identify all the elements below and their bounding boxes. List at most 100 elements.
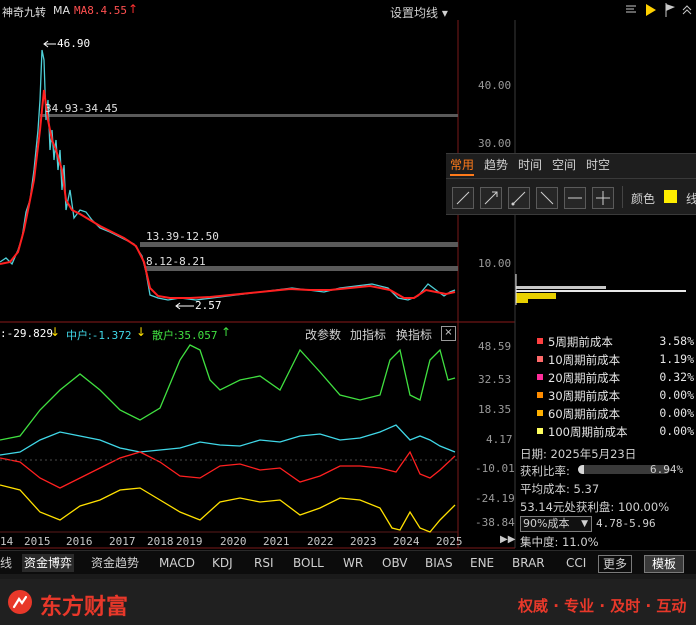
year-label: 2020 [220,535,247,548]
concentration: 集中度: 11.0% [520,535,599,549]
year-label: 2017 [109,535,136,548]
retail-value: 散户:35.057 [152,327,217,343]
year-label: 2018 [147,535,174,548]
mid-value: 中户:-1.372 [66,327,131,343]
profit-at-price: 53.14元处获利盘: 100.00% [520,500,670,514]
price-axis-label: 40.00 [478,79,512,92]
year-label: 14 [0,535,14,548]
cost-swatch [537,392,543,398]
high-price-label: 46.90 [57,37,91,50]
cost-select-value: 90%成本 [523,517,570,530]
tab-item[interactable]: BOLL [293,554,324,572]
draw-panel-divider [446,178,696,179]
cost-value: 0.00% [659,424,694,438]
up-arrow-icon: ↑ [221,325,232,339]
main-force-value: :-29.829 [0,327,53,340]
brand-logo-icon [8,590,32,614]
cost-value: 0.32% [659,370,694,384]
plus-icon[interactable] [592,187,614,209]
zone-label: 13.39-12.50 [146,230,219,243]
tab-item[interactable]: MACD [159,554,195,572]
cost-value: 0.00% [659,388,694,402]
low-price-label: 2.57 [195,299,222,312]
template-button[interactable]: 模板 [644,555,684,573]
draw-tab-time[interactable]: 时间 [518,156,542,173]
tab-item[interactable]: WR [343,554,363,572]
cost-dist-bar [516,290,686,292]
more-button[interactable]: 更多 [598,555,632,573]
draw-tab-space[interactable]: 空间 [552,156,576,173]
draw-tab-spacetime[interactable]: 时空 [586,156,610,173]
price-series [0,49,456,301]
cost-swatch [537,410,543,416]
brand-slogan: 权威 · 专业 · 及时 · 互动 [518,597,687,615]
draw-tab-trend[interactable]: 趋势 [484,156,508,173]
tab-item[interactable]: BRAR [512,554,545,572]
draw-tab-common[interactable]: 常用 [450,156,474,173]
year-label: 2022 [307,535,334,548]
tab-item[interactable]: RSI [254,554,274,572]
cost-row: 20周期前成本 0.32% [530,369,696,387]
cost-dist-bar [516,299,528,303]
line-up2-icon[interactable] [480,187,502,209]
main-force-line [0,450,456,489]
stock-chart-window: { "header":{ "ma_label":"MA", "ma_value"… [0,0,696,625]
line-up-icon[interactable] [452,187,474,209]
cost-name: 30周期前成本 [548,389,621,403]
profit-bar-fill [578,465,584,474]
cost-dist-bar [516,286,606,289]
tab-item-active[interactable]: 资金博弈 [22,554,74,572]
cost-percent-select[interactable]: 90%成本 ▼ [520,516,592,532]
year-label: 2016 [66,535,93,548]
line-diag-icon[interactable] [508,187,530,209]
retail-number: 35.057 [177,329,218,342]
tab-item[interactable]: ENE [470,554,494,572]
retail-line [0,344,456,441]
cost-value: 3.58% [659,334,694,348]
cost-value: 0.00% [659,406,694,420]
draw-tab-underline [450,174,474,176]
change-param-button[interactable]: 改参数 [305,326,341,343]
panel-separator [622,186,623,208]
cost-name: 60周期前成本 [548,407,621,421]
tab-item[interactable]: OBV [382,554,408,572]
color-label: 颜色 [631,192,656,206]
hline-icon[interactable] [564,187,586,209]
tab-item[interactable]: BIAS [425,554,453,572]
chevron-down-icon: ▼ [581,519,588,529]
scroll-right-icon[interactable]: ▶▶ [500,533,515,547]
retail-label: 散户: [152,329,178,342]
zone-label: 34.93-34.45 [45,102,118,115]
swap-indicator-button[interactable]: 换指标 [396,326,432,343]
mid-number: -1.372 [91,329,132,342]
cost-row: 100周期前成本 0.00% [530,423,696,441]
close-indicator-icon[interactable]: × [441,326,456,341]
cost-range: 4.78-5.96 [596,517,656,530]
mid-label: 中户: [66,329,92,342]
profit-value: 6.94% [650,463,684,476]
cost-name: 5周期前成本 [548,335,613,349]
cost-row: 10周期前成本 1.19% [530,351,696,369]
year-label: 2015 [24,535,51,548]
price-axis-label: 30.00 [478,137,512,150]
color-swatch[interactable] [664,190,677,203]
profit-label: 获利比率: [520,464,570,478]
line-down-icon[interactable] [536,187,558,209]
tab-item[interactable]: CCI [566,554,586,572]
year-label: 2019 [176,535,203,548]
cost-value: 1.19% [659,352,694,366]
cost-date: 日期: 2025年5月23日 [520,447,637,461]
cost-swatch [537,428,543,434]
tab-item[interactable]: KDJ [212,554,233,572]
down-arrow-icon: ↓ [136,325,147,339]
year-label: 2025 [436,535,463,548]
cost-name: 10周期前成本 [548,353,621,367]
cost-name: 20周期前成本 [548,371,621,385]
price-axis-label: 10.00 [478,257,512,270]
cost-row: 60周期前成本 0.00% [530,405,696,423]
brand-name: 东方财富 [40,595,129,620]
tab-item[interactable]: 线 [0,554,12,572]
tab-item[interactable]: 资金趋势 [91,554,139,572]
cost-dist-bar [516,293,556,299]
add-indicator-button[interactable]: 加指标 [350,326,386,343]
